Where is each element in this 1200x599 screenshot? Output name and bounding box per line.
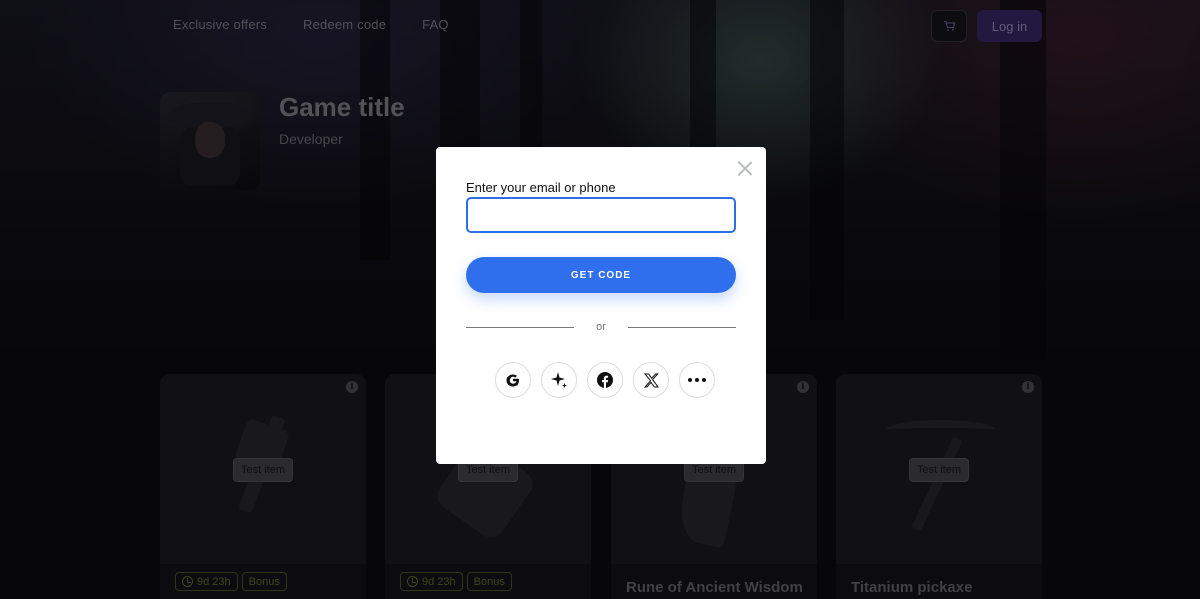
x-login-button[interactable] [633, 362, 669, 398]
divider-line [628, 327, 736, 328]
facebook-login-button[interactable] [587, 362, 623, 398]
more-icon [688, 378, 706, 382]
email-phone-input[interactable] [466, 197, 736, 233]
google-icon [506, 374, 519, 387]
facebook-icon [597, 372, 613, 388]
sparkle-icon [551, 372, 567, 388]
close-icon[interactable] [737, 161, 752, 176]
email-phone-label: Enter your email or phone [466, 180, 616, 195]
x-icon [643, 373, 659, 387]
sparkle-login-button[interactable] [541, 362, 577, 398]
login-modal: Enter your email or phone GET CODE or [436, 147, 766, 464]
social-login-row [495, 362, 715, 398]
get-code-button[interactable]: GET CODE [466, 257, 736, 293]
google-login-button[interactable] [495, 362, 531, 398]
more-login-button[interactable] [679, 362, 715, 398]
